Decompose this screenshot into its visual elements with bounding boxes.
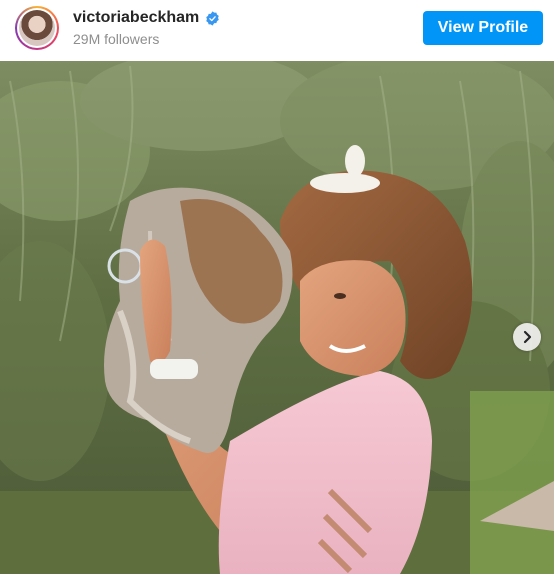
username-row: victoriabeckham xyxy=(73,9,220,27)
chevron-right-icon xyxy=(523,330,532,344)
photo-image xyxy=(0,61,554,574)
follower-count: 29M followers xyxy=(73,31,160,47)
instagram-embed-card: victoriabeckham 29M followers View Profi… xyxy=(0,0,554,574)
verified-badge-icon xyxy=(206,10,220,26)
username[interactable]: victoriabeckham xyxy=(73,9,199,27)
avatar-image xyxy=(19,10,55,46)
view-profile-button[interactable]: View Profile xyxy=(423,11,543,45)
post-header: victoriabeckham 29M followers View Profi… xyxy=(0,0,554,60)
post-photo[interactable] xyxy=(0,61,554,574)
profile-avatar[interactable] xyxy=(15,6,59,50)
next-image-button[interactable] xyxy=(513,323,541,351)
